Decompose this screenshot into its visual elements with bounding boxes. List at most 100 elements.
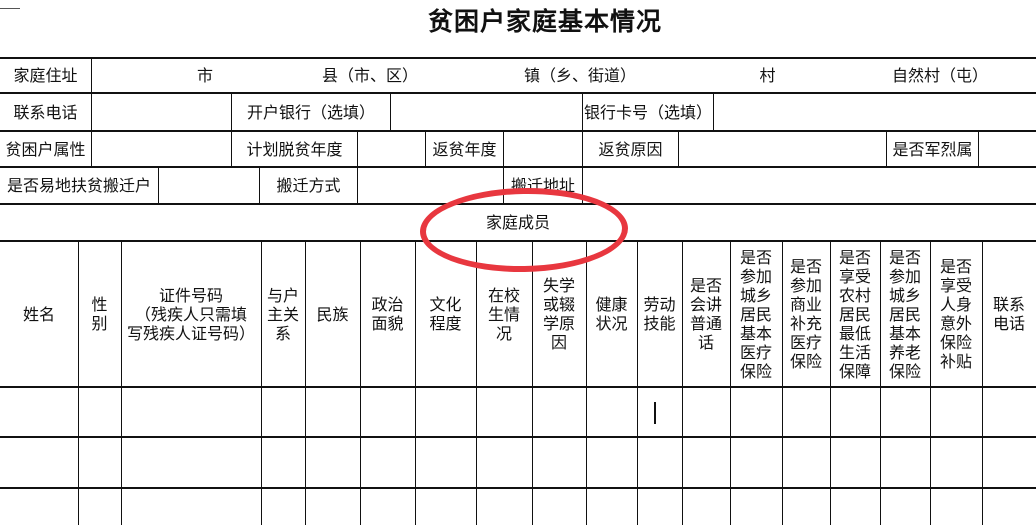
text-cursor [654, 402, 656, 424]
card-label: 银行卡号（选填） [583, 102, 712, 122]
member-cell[interactable] [360, 437, 415, 488]
member-cell[interactable] [782, 437, 830, 488]
card-field[interactable] [714, 93, 1036, 131]
page-title: 贫困户家庭基本情况 [427, 7, 662, 36]
column-header: 文化 程度 [429, 295, 462, 333]
return-year-field[interactable] [504, 131, 582, 167]
address-village[interactable]: 村 [745, 58, 790, 93]
bank-label: 开户银行（选填） [246, 102, 375, 122]
member-cell[interactable] [982, 488, 1036, 525]
member-cell[interactable] [982, 387, 1036, 437]
member-cell[interactable] [637, 437, 682, 488]
member-cell[interactable] [121, 437, 261, 488]
relocation-method-label: 搬迁方式 [276, 176, 341, 195]
member-cell[interactable] [0, 387, 78, 437]
relocation-method-field[interactable] [358, 167, 503, 204]
member-cell[interactable] [682, 437, 730, 488]
bank-field[interactable] [391, 93, 582, 131]
return-reason-field[interactable] [679, 131, 886, 167]
member-cell[interactable] [261, 488, 305, 525]
column-header: 是否 参加 城乡 居民 基本 医疗 保险 [739, 247, 772, 381]
member-cell[interactable] [0, 437, 78, 488]
member-cell[interactable] [586, 488, 637, 525]
member-cell[interactable] [78, 437, 121, 488]
column-header: 证件号码 （残疾人只需填 写残疾人证号码） [126, 285, 255, 343]
member-cell[interactable] [982, 437, 1036, 488]
member-cell[interactable] [415, 488, 476, 525]
member-cell[interactable] [121, 387, 261, 437]
member-cell[interactable] [730, 488, 782, 525]
column-header: 是否 参加 商业 补充 医疗 保险 [789, 257, 822, 371]
column-header: 是否 参加 城乡 居民 基本 养老 保险 [888, 247, 921, 381]
member-cell[interactable] [476, 437, 532, 488]
member-cell[interactable] [930, 488, 982, 525]
member-cell[interactable] [0, 488, 78, 525]
member-cell[interactable] [121, 488, 261, 525]
member-cell[interactable] [305, 387, 360, 437]
member-cell[interactable] [637, 387, 682, 437]
column-header: 性 别 [91, 295, 108, 333]
return-reason-label: 返贫原因 [598, 139, 663, 159]
relocation-address-label: 搬迁地址 [510, 176, 575, 195]
plan-year-field[interactable] [358, 131, 425, 167]
cell-divider [91, 58, 92, 93]
member-cell[interactable] [930, 437, 982, 488]
member-cell[interactable] [261, 437, 305, 488]
member-cell[interactable] [360, 488, 415, 525]
column-header: 是否 享受 人身 意外 保险 补贴 [939, 257, 972, 371]
member-cell[interactable] [730, 387, 782, 437]
member-cell[interactable] [415, 387, 476, 437]
member-cell[interactable] [880, 437, 930, 488]
member-cell[interactable] [830, 387, 880, 437]
relocation-label: 是否易地扶贫搬迁户 [6, 176, 151, 195]
military-label: 是否军烈属 [892, 139, 973, 159]
attribute-label: 贫困户属性 [5, 139, 86, 159]
column-header: 劳动 技能 [643, 295, 676, 333]
member-cell[interactable] [586, 437, 637, 488]
column-header: 是否 会讲 普通 话 [689, 276, 722, 352]
member-cell[interactable] [305, 488, 360, 525]
address-town[interactable]: 镇（乡、街道） [505, 58, 655, 93]
member-cell[interactable] [880, 488, 930, 525]
address-label: 家庭住址 [13, 66, 78, 85]
member-cell[interactable] [78, 488, 121, 525]
member-cell[interactable] [637, 488, 682, 525]
military-field[interactable] [979, 131, 1036, 167]
column-header: 民族 [316, 304, 349, 324]
column-header: 在校 生情 况 [487, 285, 520, 343]
member-cell[interactable] [830, 437, 880, 488]
member-cell[interactable] [586, 387, 637, 437]
column-header: 与户 主关 系 [266, 285, 299, 343]
member-cell[interactable] [415, 437, 476, 488]
phone-field[interactable] [92, 93, 231, 131]
member-cell[interactable] [360, 387, 415, 437]
member-cell[interactable] [305, 437, 360, 488]
member-cell[interactable] [682, 488, 730, 525]
address-natural-village[interactable]: 自然村（屯） [875, 58, 1005, 93]
member-cell[interactable] [476, 488, 532, 525]
address-county[interactable]: 县（市、区） [300, 58, 440, 93]
column-header: 健康 状况 [595, 295, 628, 333]
relocation-address-field[interactable] [583, 167, 1036, 204]
member-cell[interactable] [682, 387, 730, 437]
column-header: 是否 享受 农村 居民 最低 生活 保障 [838, 247, 871, 381]
member-cell[interactable] [476, 387, 532, 437]
member-cell[interactable] [782, 488, 830, 525]
column-header: 姓名 [22, 304, 55, 324]
relocation-field[interactable] [159, 167, 259, 204]
member-cell[interactable] [880, 387, 930, 437]
column-header: 政治 面貌 [371, 295, 404, 333]
member-cell[interactable] [830, 488, 880, 525]
member-cell[interactable] [730, 437, 782, 488]
column-header: 失学 或辍 学原 因 [542, 276, 575, 352]
member-cell[interactable] [532, 437, 586, 488]
attribute-field[interactable] [92, 131, 231, 167]
member-cell[interactable] [782, 387, 830, 437]
member-cell[interactable] [78, 387, 121, 437]
member-cell[interactable] [261, 387, 305, 437]
address-city[interactable]: 市 [180, 58, 230, 93]
member-cell[interactable] [532, 488, 586, 525]
return-year-label: 返贫年度 [432, 139, 497, 159]
member-cell[interactable] [930, 387, 982, 437]
member-cell[interactable] [532, 387, 586, 437]
